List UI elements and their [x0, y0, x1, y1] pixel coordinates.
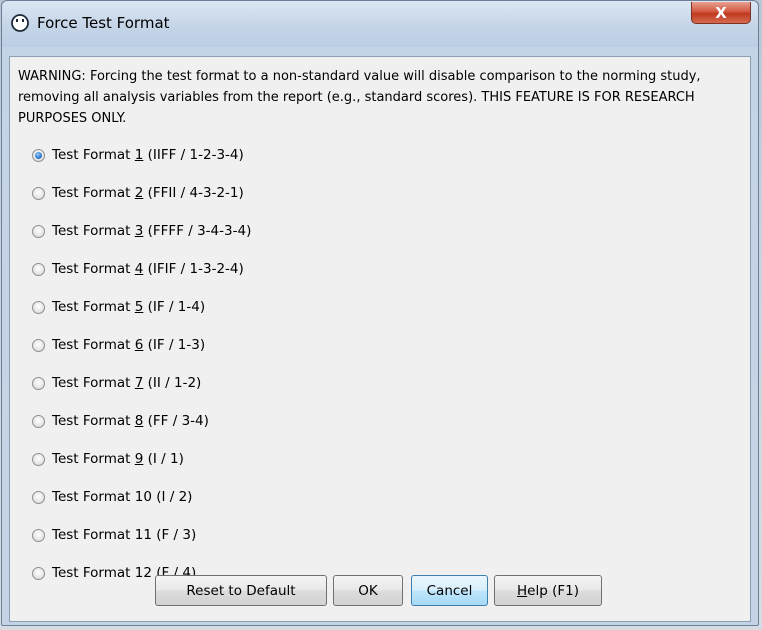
radio-button[interactable] — [32, 224, 45, 238]
dialog-content: WARNING: Forcing the test format to a no… — [9, 56, 751, 622]
radio-button[interactable] — [32, 300, 45, 314]
radio-option-9[interactable]: Test Format 9 (I / 1) — [32, 449, 184, 469]
option-label: Test Format 11 (F / 3) — [52, 527, 197, 543]
help-label: elp (F1) — [527, 582, 579, 599]
ok-button[interactable]: OK — [333, 575, 403, 606]
option-label: Test Format 4 (IFIF / 1-3-2-4) — [52, 261, 244, 277]
radio-button[interactable] — [32, 490, 45, 504]
radio-option-6[interactable]: Test Format 6 (IF / 1-3) — [32, 335, 205, 355]
reset-to-default-button[interactable]: Reset to Default — [155, 575, 327, 606]
option-label: Test Format 6 (IF / 1-3) — [52, 337, 206, 353]
button-bar: Reset to Default OK Cancel Help (F1) — [10, 575, 750, 607]
cancel-button[interactable]: Cancel — [411, 575, 488, 606]
radio-option-10[interactable]: Test Format 10 (I / 2) — [32, 487, 192, 507]
radio-button[interactable] — [32, 338, 45, 352]
radio-option-2[interactable]: Test Format 2 (FFII / 4-3-2-1) — [32, 183, 244, 203]
close-button[interactable]: X — [691, 2, 751, 24]
force-test-format-dialog: Force Test Format X WARNING: Forcing the… — [1, 0, 759, 626]
radio-option-7[interactable]: Test Format 7 (II / 1-2) — [32, 373, 201, 393]
option-label: Test Format 9 (I / 1) — [52, 451, 184, 467]
option-label: Test Format 8 (FF / 3-4) — [52, 413, 209, 429]
radio-option-8[interactable]: Test Format 8 (FF / 3-4) — [32, 411, 209, 431]
option-label: Test Format 3 (FFFF / 3-4-3-4) — [52, 223, 252, 239]
option-label: Test Format 10 (I / 2) — [52, 489, 193, 505]
warning-text: WARNING: Forcing the test format to a no… — [18, 69, 701, 126]
radio-option-11[interactable]: Test Format 11 (F / 3) — [32, 525, 196, 545]
app-icon — [11, 14, 29, 32]
help-button[interactable]: Help (F1) — [494, 575, 602, 606]
option-label: Test Format 1 (IIFF / 1-2-3-4) — [52, 147, 244, 163]
help-mnemonic: H — [517, 582, 528, 599]
radio-option-5[interactable]: Test Format 5 (IF / 1-4) — [32, 297, 205, 317]
option-label: Test Format 2 (FFII / 4-3-2-1) — [52, 185, 244, 201]
radio-option-4[interactable]: Test Format 4 (IFIF / 1-3-2-4) — [32, 259, 244, 279]
window-title: Force Test Format — [37, 14, 170, 32]
radio-option-3[interactable]: Test Format 3 (FFFF / 3-4-3-4) — [32, 221, 251, 241]
close-icon: X — [715, 3, 727, 22]
radio-option-1[interactable]: Test Format 1 (IIFF / 1-2-3-4) — [32, 145, 244, 165]
radio-button[interactable] — [32, 414, 45, 428]
title-bar[interactable]: Force Test Format X — [2, 1, 758, 47]
radio-button[interactable] — [32, 376, 45, 390]
radio-button[interactable] — [32, 528, 45, 542]
radio-button[interactable] — [32, 262, 45, 276]
radio-button[interactable] — [32, 148, 45, 162]
radio-button[interactable] — [32, 186, 45, 200]
option-label: Test Format 7 (II / 1-2) — [52, 375, 202, 391]
option-label: Test Format 5 (IF / 1-4) — [52, 299, 206, 315]
radio-button[interactable] — [32, 452, 45, 466]
